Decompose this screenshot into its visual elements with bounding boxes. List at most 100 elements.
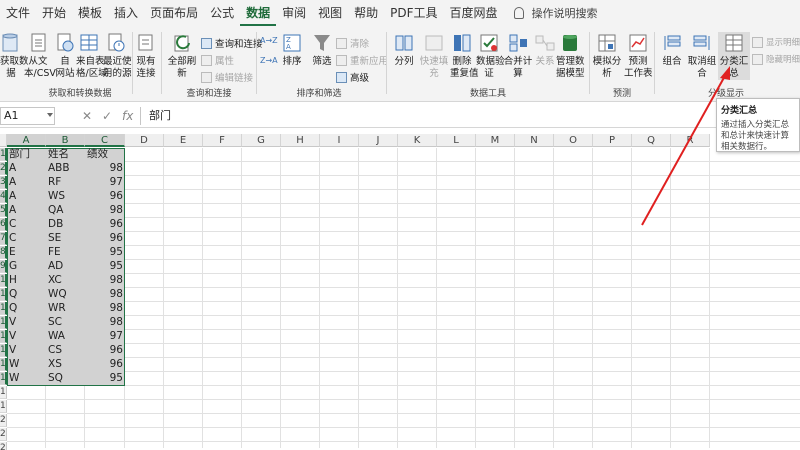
select-all-corner[interactable] — [0, 134, 7, 147]
tab-templates[interactable]: 模板 — [72, 0, 108, 26]
column-header-n[interactable]: N — [515, 134, 554, 147]
table-cell[interactable]: A — [9, 176, 44, 189]
column-header-d[interactable]: D — [125, 134, 164, 147]
tab-review[interactable]: 审阅 — [276, 0, 312, 26]
row-header-1[interactable]: 1 — [0, 148, 7, 161]
column-header-p[interactable]: P — [593, 134, 632, 147]
tell-me-search[interactable]: 操作说明搜索 — [513, 5, 598, 21]
tab-pdf-tools[interactable]: PDF工具 — [384, 0, 443, 26]
table-cell[interactable]: V — [9, 330, 44, 343]
column-header-i[interactable]: I — [320, 134, 359, 147]
tab-data[interactable]: 数据 — [240, 0, 277, 26]
sort-button[interactable]: ZA 排序 — [280, 32, 304, 68]
recent-sources-button[interactable]: 最近使 用的源 — [103, 32, 132, 80]
table-cell[interactable]: 96 — [87, 218, 123, 231]
existing-connections-button[interactable]: 现有 连接 — [135, 32, 157, 80]
from-table-button[interactable]: 来自表 格/区域 — [76, 32, 108, 80]
column-header-e[interactable]: E — [164, 134, 203, 147]
cancel-icon[interactable]: ✕ — [82, 109, 92, 123]
column-header-j[interactable]: J — [359, 134, 398, 147]
table-cell[interactable]: FE — [48, 246, 83, 259]
table-cell[interactable]: WA — [48, 330, 83, 343]
remove-duplicates-button[interactable]: 删除 重复值 — [450, 32, 479, 80]
table-cell[interactable]: A — [9, 162, 44, 175]
row-header-20[interactable]: 20 — [0, 414, 7, 427]
header-cell[interactable]: 姓名 — [48, 148, 83, 161]
row-header-21[interactable]: 21 — [0, 428, 7, 441]
row-header-9[interactable]: 9 — [0, 260, 7, 273]
row-header-11[interactable]: 11 — [0, 288, 7, 301]
clear-filter-button[interactable]: 清除 — [336, 36, 369, 50]
flash-fill-button[interactable]: 快速填充 — [418, 32, 450, 80]
table-cell[interactable]: DB — [48, 218, 83, 231]
table-cell[interactable]: 98 — [87, 288, 123, 301]
properties-button[interactable]: 属性 — [201, 53, 234, 67]
table-cell[interactable]: A — [9, 190, 44, 203]
row-header-18[interactable]: 18 — [0, 386, 7, 399]
table-cell[interactable]: XS — [48, 358, 83, 371]
table-cell[interactable]: 98 — [87, 204, 123, 217]
get-data-button[interactable]: 获取数 据 — [0, 32, 29, 80]
column-header-o[interactable]: O — [554, 134, 593, 147]
table-cell[interactable]: WS — [48, 190, 83, 203]
text-to-columns-button[interactable]: 分列 — [392, 32, 416, 68]
table-cell[interactable]: SC — [48, 316, 83, 329]
tab-home[interactable]: 开始 — [36, 0, 72, 26]
table-cell[interactable]: WR — [48, 302, 83, 315]
row-header-12[interactable]: 12 — [0, 302, 7, 315]
tab-help[interactable]: 帮助 — [348, 0, 384, 26]
show-detail-button[interactable]: 显示明细数据 — [752, 36, 800, 48]
table-cell[interactable]: 95 — [87, 372, 123, 385]
advanced-filter-button[interactable]: 高级 — [336, 70, 369, 84]
tab-insert[interactable]: 插入 — [108, 0, 144, 26]
table-cell[interactable]: SE — [48, 232, 83, 245]
row-header-22[interactable]: 22 — [0, 442, 7, 450]
chevron-down-icon[interactable] — [47, 113, 53, 117]
table-cell[interactable]: C — [9, 218, 44, 231]
enter-icon[interactable]: ✓ — [102, 109, 112, 123]
header-cell[interactable]: 部门 — [9, 148, 44, 161]
row-header-16[interactable]: 16 — [0, 358, 7, 371]
data-model-button[interactable]: 管理数 据模型 — [556, 32, 585, 80]
table-cell[interactable]: E — [9, 246, 44, 259]
table-cell[interactable]: 98 — [87, 302, 123, 315]
table-cell[interactable]: 95 — [87, 246, 123, 259]
data-validation-button[interactable]: 数据验 证 — [476, 32, 505, 80]
table-cell[interactable]: Q — [9, 302, 44, 315]
table-cell[interactable]: AD — [48, 260, 83, 273]
consolidate-button[interactable]: 合并计算 — [502, 32, 534, 80]
tab-view[interactable]: 视图 — [312, 0, 348, 26]
table-cell[interactable]: 98 — [87, 162, 123, 175]
table-cell[interactable]: XC — [48, 274, 83, 287]
from-web-button[interactable]: 自 网站 — [54, 32, 76, 80]
from-text-csv-button[interactable]: 从文 本/CSV — [24, 32, 56, 80]
table-cell[interactable]: W — [9, 372, 44, 385]
row-header-6[interactable]: 6 — [0, 218, 7, 231]
table-cell[interactable]: WQ — [48, 288, 83, 301]
table-cell[interactable]: SQ — [48, 372, 83, 385]
edit-links-button[interactable]: 编辑链接 — [201, 70, 253, 84]
sort-ascending-button[interactable]: A→Z — [260, 36, 278, 45]
row-header-19[interactable]: 19 — [0, 400, 7, 413]
column-header-f[interactable]: F — [203, 134, 242, 147]
table-cell[interactable]: 96 — [87, 358, 123, 371]
table-cell[interactable]: V — [9, 316, 44, 329]
tab-formulas[interactable]: 公式 — [204, 0, 240, 26]
relationships-button[interactable]: 关系 — [534, 32, 556, 68]
row-header-7[interactable]: 7 — [0, 232, 7, 245]
table-cell[interactable]: 97 — [87, 176, 123, 189]
reapply-button[interactable]: 重新应用 — [336, 53, 388, 67]
column-header-l[interactable]: L — [437, 134, 476, 147]
tab-baidu-netdisk[interactable]: 百度网盘 — [444, 0, 504, 26]
table-cell[interactable]: 96 — [87, 232, 123, 245]
table-cell[interactable]: A — [9, 204, 44, 217]
row-header-15[interactable]: 15 — [0, 344, 7, 357]
queries-connections-button[interactable]: 查询和连接 — [201, 36, 263, 50]
table-cell[interactable]: CS — [48, 344, 83, 357]
table-cell[interactable]: 96 — [87, 344, 123, 357]
table-cell[interactable]: ABB — [48, 162, 83, 175]
table-cell[interactable]: Q — [9, 288, 44, 301]
row-header-2[interactable]: 2 — [0, 162, 7, 175]
column-header-m[interactable]: M — [476, 134, 515, 147]
filter-button[interactable]: 筛选 — [310, 32, 334, 68]
